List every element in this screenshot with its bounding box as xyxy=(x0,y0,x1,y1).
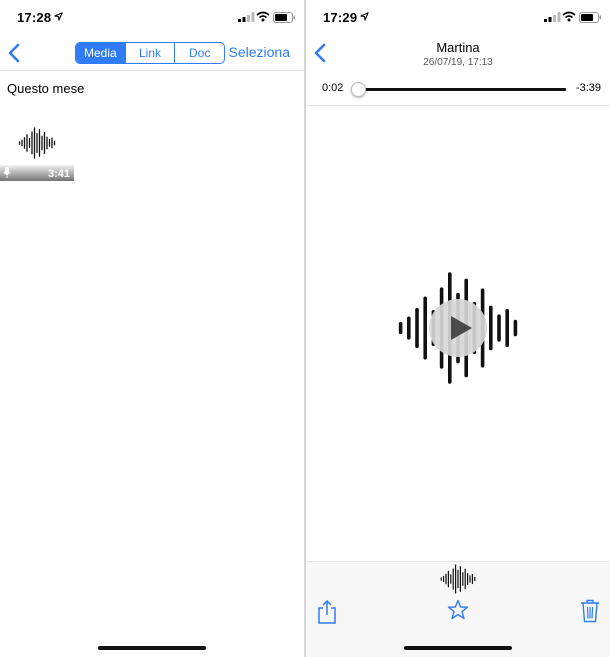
home-indicator[interactable] xyxy=(98,646,206,650)
audio-player-screen: 17:29 Martina 26/07/19, 17:13 0:02 -3:39 xyxy=(306,0,610,657)
play-icon xyxy=(451,316,472,340)
wifi-icon xyxy=(562,11,576,22)
section-header: Questo mese xyxy=(7,81,85,96)
scrubber-track[interactable] xyxy=(356,88,566,91)
select-button[interactable]: Seleziona xyxy=(229,44,291,60)
location-arrow-icon xyxy=(360,12,369,21)
cellular-signal-icon xyxy=(238,12,255,22)
media-list-screen: 17:28 Media Link Doc Seleziona Questo me… xyxy=(0,0,304,657)
share-icon[interactable] xyxy=(317,599,337,625)
tab-link[interactable]: Link xyxy=(124,43,175,63)
location-arrow-icon xyxy=(54,12,63,21)
nav-bar: Media Link Doc Seleziona xyxy=(0,36,304,71)
scrubber-knob[interactable] xyxy=(351,82,367,97)
home-indicator[interactable] xyxy=(404,646,512,650)
tab-doc[interactable]: Doc xyxy=(174,43,224,63)
status-bar: 17:28 xyxy=(0,0,304,36)
audio-message-thumbnail[interactable]: 3:41 xyxy=(0,114,74,181)
favorite-star-icon[interactable] xyxy=(447,599,469,621)
battery-icon xyxy=(273,12,295,23)
trash-icon[interactable] xyxy=(580,599,600,623)
microphone-icon xyxy=(3,167,11,178)
status-time: 17:29 xyxy=(323,10,358,25)
status-time: 17:28 xyxy=(17,10,52,25)
back-chevron-icon[interactable] xyxy=(6,42,24,64)
remaining-time: -3:39 xyxy=(575,82,601,94)
cellular-signal-icon xyxy=(544,12,561,22)
play-button[interactable] xyxy=(429,299,487,357)
contact-name: Martina xyxy=(436,40,480,55)
bottom-toolbar xyxy=(306,561,610,657)
waveform-thumbnail-icon[interactable] xyxy=(439,564,477,594)
waveform-icon xyxy=(18,127,56,159)
audio-duration: 3:41 xyxy=(47,168,70,180)
media-type-segmented-control: Media Link Doc xyxy=(75,42,225,64)
status-bar: 17:29 xyxy=(306,0,610,36)
battery-icon xyxy=(579,12,601,23)
elapsed-time: 0:02 xyxy=(322,82,344,94)
wifi-icon xyxy=(256,11,270,22)
message-datetime: 26/07/19, 17:13 xyxy=(423,57,493,68)
playback-scrubber: 0:02 -3:39 xyxy=(306,72,610,106)
tab-media[interactable]: Media xyxy=(76,43,125,63)
